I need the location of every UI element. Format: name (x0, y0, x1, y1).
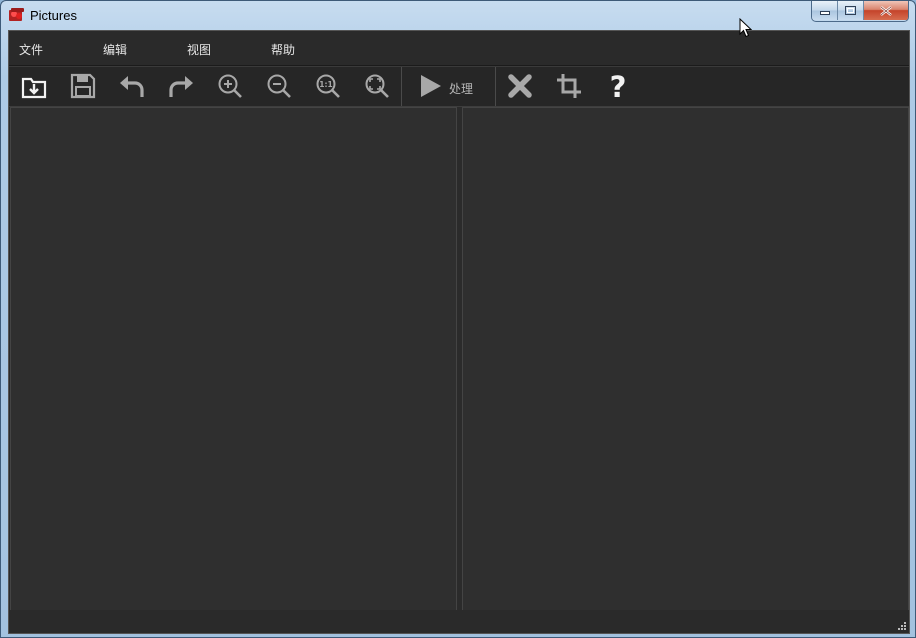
resize-grip-icon[interactable] (897, 621, 907, 631)
actual-size-button[interactable]: 1:1 (311, 70, 345, 102)
process-button[interactable] (413, 70, 447, 102)
help-button[interactable]: ? (601, 70, 635, 102)
toolbar-separator (401, 67, 402, 106)
fit-to-window-button[interactable] (360, 70, 394, 102)
menu-bar: 文件 编辑 视图 帮助 (9, 31, 909, 66)
delete-button[interactable] (503, 70, 537, 102)
menu-help[interactable]: 帮助 (271, 41, 295, 58)
actual-size-glyph: 1:1 (319, 80, 332, 89)
open-button[interactable] (17, 70, 51, 102)
title-bar[interactable]: Pictures (1, 1, 915, 30)
result-image-panel[interactable] (462, 107, 909, 611)
close-button[interactable] (864, 1, 908, 20)
zoom-out-button[interactable] (262, 70, 296, 102)
app-icon (9, 8, 24, 21)
toolbar-separator (495, 67, 496, 106)
undo-button[interactable] (115, 70, 149, 102)
source-image-panel[interactable] (10, 107, 457, 611)
crop-icon (557, 74, 581, 98)
minimize-button[interactable] (812, 1, 838, 20)
maximize-button[interactable] (838, 1, 864, 20)
main-area: 文件 编辑 视图 帮助 1:1 处理 ? (8, 30, 910, 634)
open-folder-icon (21, 77, 47, 99)
actual-size-icon: 1:1 (316, 74, 340, 98)
zoom-in-button[interactable] (213, 70, 247, 102)
delete-icon (508, 74, 532, 98)
maximize-icon (845, 6, 856, 15)
status-bar (9, 610, 909, 633)
help-icon: ? (610, 71, 627, 101)
menu-edit[interactable]: 编辑 (103, 41, 127, 58)
help-glyph: ? (610, 71, 627, 101)
process-label[interactable]: 处理 (449, 80, 473, 97)
undo-icon (120, 76, 144, 97)
play-icon (421, 75, 441, 97)
fit-to-window-icon (365, 74, 389, 98)
app-window: Pictures 文件 编辑 视图 帮助 1:1 处理 ? (0, 0, 916, 638)
save-icon (70, 73, 96, 99)
save-button[interactable] (66, 70, 100, 102)
window-title: Pictures (30, 8, 77, 23)
mouse-cursor-icon (739, 18, 752, 38)
redo-button[interactable] (164, 70, 198, 102)
zoom-out-icon (267, 74, 291, 98)
redo-icon (169, 76, 193, 97)
close-icon (880, 5, 892, 16)
zoom-in-icon (218, 74, 242, 98)
minimize-icon (819, 10, 830, 15)
menu-file[interactable]: 文件 (19, 41, 43, 58)
toolbar: 1:1 处理 ? (9, 66, 909, 107)
crop-button[interactable] (552, 70, 586, 102)
menu-view[interactable]: 视图 (187, 41, 211, 58)
window-controls (811, 1, 909, 22)
